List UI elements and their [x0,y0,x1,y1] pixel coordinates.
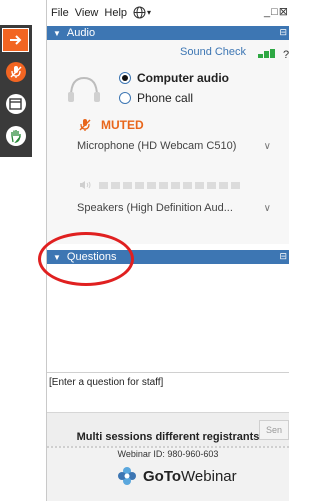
help-icon[interactable]: ? [283,49,289,61]
microphone-muted-icon [79,119,91,131]
language-menu[interactable]: ▾ [133,6,151,19]
microphone-value: Microphone (HD Webcam C510) [77,140,237,152]
mute-toggle-button[interactable] [2,60,29,84]
chevron-down-icon: ∨ [263,202,271,214]
audio-section-header[interactable]: ▼ Audio ⊟ [47,26,289,40]
pin-icon[interactable]: ⊟ [279,27,287,38]
muted-label: MUTED [101,118,144,132]
chevron-down-icon: ∨ [263,140,271,152]
radio-selected[interactable] [119,72,131,84]
menu-bar: File View Help ▾ _□⊠ [47,0,289,25]
questions-log [47,265,289,370]
microphone-select[interactable]: Microphone (HD Webcam C510) ∨ [77,136,273,156]
brand-rest: Webinar [181,467,237,485]
audio-header-label: Audio [66,27,96,39]
menu-help[interactable]: Help [104,7,127,19]
hand-raise-icon [10,130,21,143]
speakers-select[interactable]: Speakers (High Definition Aud... ∨ [77,198,273,218]
headset-icon [68,76,100,102]
question-placeholder[interactable]: [Enter a question for staff] [49,377,163,388]
microphone-muted-icon [10,66,21,78]
questions-header-label: Questions [66,251,117,263]
menu-file[interactable]: File [51,7,69,19]
menu-view[interactable]: View [75,7,99,19]
computer-audio-label: Computer audio [137,71,229,85]
collapse-triangle-icon: ▼ [53,252,61,262]
webinar-id: Webinar ID: 980-960-603 [117,449,219,459]
gotowebinar-flower-icon [118,467,136,485]
webinar-panel: File View Help ▾ _□⊠ ▼ Audio ⊟ Sound Che… [46,0,289,501]
volume-meter [99,181,240,189]
session-title: Multi sessions different registrants [76,431,260,443]
phone-call-option[interactable]: Phone call [119,91,193,105]
speaker-icon [80,181,91,189]
sound-check-link[interactable]: Sound Check [180,46,246,58]
arrow-right-icon [9,35,21,45]
speakers-value: Speakers (High Definition Aud... [77,202,233,214]
collapse-panel-button[interactable] [2,28,29,52]
window-controls[interactable]: _□⊠ [264,5,289,18]
chevron-down-icon: ▾ [147,8,152,17]
window-icon [9,98,22,110]
phone-call-label: Phone call [137,91,194,105]
pin-icon[interactable]: ⊟ [279,251,287,262]
raise-hand-button[interactable] [2,124,29,148]
left-toolbar [0,0,46,501]
brand-bold: GoTo [143,467,182,485]
collapse-triangle-icon: ▼ [53,28,61,38]
questions-section-header[interactable]: ▼ Questions ⊟ [47,250,289,264]
show-screen-button[interactable] [2,92,29,116]
speaker-level [79,180,240,190]
muted-status: MUTED [79,118,144,132]
signal-strength-icon [258,49,275,58]
computer-audio-option[interactable]: Computer audio [119,71,229,85]
gotowebinar-logo: GoToWebinar [117,466,237,486]
globe-icon [133,6,146,19]
radio-unselected[interactable] [119,92,131,104]
